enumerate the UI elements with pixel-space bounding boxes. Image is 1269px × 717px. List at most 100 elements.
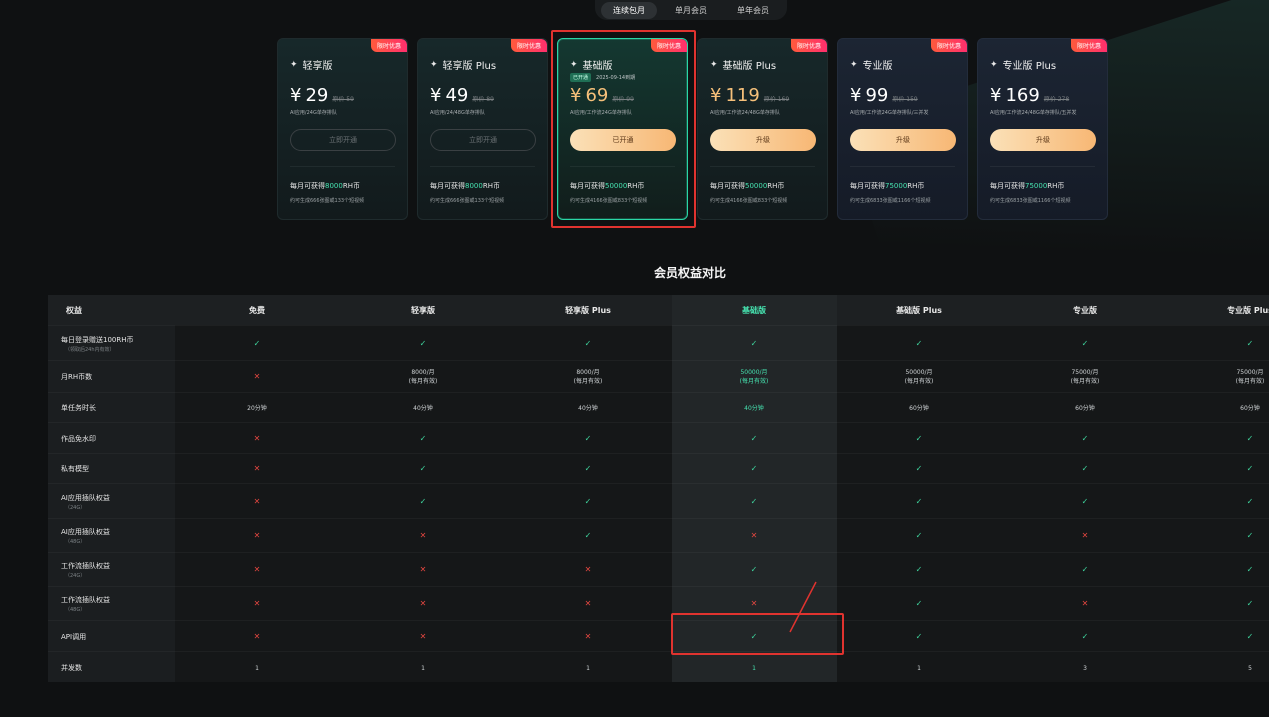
upgrade-button[interactable]: 升级 [990,129,1096,151]
expiry-date: 2025-09-14到期 [596,75,636,81]
table-cell: 1 [421,664,425,672]
tab-single-month[interactable]: 单月会员 [663,2,719,19]
currency-symbol: ¥ [990,85,1002,106]
plan-description: AI应用/工作流24G单存排队 [570,110,632,116]
check-icon: ✓ [584,338,592,348]
plan-card[interactable]: 限时优惠 ✦ 基础版 已开通 2025-09-14到期 ¥ 69 原价 99 A… [557,38,688,220]
monthly-prefix: 每月可获得 [990,182,1025,190]
check-icon: ✓ [1246,531,1254,540]
currency-symbol: ¥ [570,85,582,106]
row-label: 月RH币数 [61,373,93,381]
cross-icon: ✕ [253,631,261,641]
price-amount: 69 [585,85,609,106]
cross-icon: ✕ [253,372,261,381]
header-plan: 专业版 [1073,306,1097,315]
generation-estimate: 约可生成666张图或133个短视频 [430,198,505,204]
tab-single-year[interactable]: 单年会员 [725,2,781,19]
promo-ribbon: 限时优惠 [370,39,407,52]
header-plan: 基础版 [742,306,766,315]
check-icon: ✓ [1246,565,1254,574]
plan-card[interactable]: 限时优惠 ✦ 专业版 Plus ¥ 169 原价 278 AI应用/工作流24/… [977,38,1108,220]
billing-tabs: 连续包月 单月会员 单年会员 [595,0,787,20]
subscribe-button[interactable]: 立即开通 [290,129,396,151]
upgrade-button[interactable]: 升级 [850,129,956,151]
check-icon: ✓ [915,531,923,540]
check-icon: ✓ [419,338,427,348]
subscribe-button[interactable]: 立即开通 [430,129,536,151]
header-plan: 轻享版 [411,306,435,315]
plan-card[interactable]: 限时优惠 ✦ 轻享版 ¥ 29 原价 59 AI应用/24G单存排队 立即开通 … [277,38,408,220]
monthly-prefix: 每月可获得 [290,182,325,190]
row-label: API调用 [61,632,87,641]
cross-icon: ✕ [419,631,427,641]
plan-name: 轻享版 [302,61,333,72]
plan-title: ✦ 轻享版 Plus [430,57,497,73]
row-label: 工作流插队权益 [61,562,110,570]
upgrade-button[interactable]: 升级 [710,129,816,151]
cross-icon: ✕ [253,464,261,473]
cross-icon: ✕ [253,496,261,506]
plan-title: ✦ 基础版 [570,57,613,73]
plan-cards: 限时优惠 ✦ 轻享版 ¥ 29 原价 59 AI应用/24G单存排队 立即开通 … [277,38,1108,220]
check-icon: ✓ [1081,338,1089,348]
cross-icon: ✕ [750,531,758,540]
tab-monthly-subscription[interactable]: 连续包月 [601,1,657,19]
plan-price: ¥ 49 原价 89 [430,85,494,106]
original-price: 原价 59 [332,96,354,103]
cross-icon: ✕ [419,531,427,540]
table-row: AI应用插队权益 （48G） ✕ ✕ ✓ ✕ ✓ ✕ ✓ [48,518,1269,552]
table-cell: 50000/月 (每月有效) [904,369,934,385]
table-cell: 1 [752,664,756,672]
table-row: 单任务时长 20分钟 40分钟 40分钟 40分钟 60分钟 60分钟 60分钟 [48,392,1269,422]
plan-card[interactable]: 限时优惠 ✦ 基础版 Plus ¥ 119 原价 169 AI应用/工作流24/… [697,38,828,220]
check-icon: ✓ [915,433,923,443]
check-icon: ✓ [915,631,923,641]
row-sublabel: （领取后24h内有效） [65,346,115,353]
table-row: 月RH币数 ✕ 8000/月 (每月有效) 8000/月 (每月有效) 50000/月 (每月… [48,360,1269,392]
check-icon: ✓ [1246,464,1254,473]
row-label: 作品免水印 [61,434,96,443]
original-price: 原价 159 [892,96,918,103]
table-row: AI应用插队权益 （24G） ✕ ✓ ✓ ✓ ✓ ✓ ✓ [48,483,1269,518]
price-amount: 49 [445,85,469,106]
check-icon: ✓ [750,565,758,574]
activated-badge: 已开通 [570,73,592,82]
table-cell: 60分钟 [909,405,929,412]
check-icon: ✓ [750,496,758,506]
cross-icon: ✕ [1081,531,1089,540]
plan-price: ¥ 169 原价 278 [990,85,1069,106]
check-icon: ✓ [750,464,758,473]
activated-button[interactable]: 已开通 [570,129,676,151]
check-icon: ✓ [584,496,592,506]
card-divider [570,166,675,167]
table-cell: 8000/月 (每月有效) [408,369,438,385]
plan-title: ✦ 专业版 [850,57,893,73]
check-icon: ✓ [1081,631,1089,641]
monthly-prefix: 每月可获得 [430,182,465,190]
check-icon: ✓ [1246,599,1254,608]
original-price: 原价 99 [612,96,634,103]
plan-price: ¥ 119 原价 169 [710,85,789,106]
check-icon: ✓ [419,496,427,506]
cross-icon: ✕ [253,531,261,540]
monthly-suffix: RH币 [482,182,500,190]
plan-description: AI应用/24G单存排队 [290,110,337,116]
price-amount: 169 [1005,85,1040,106]
section-title: 会员权益对比 [653,266,726,280]
annotation-arrow [789,581,817,633]
plan-name: 轻享版 Plus [442,61,497,72]
row-label: 单任务时长 [61,404,96,412]
check-icon: ✓ [1081,433,1089,443]
row-label: 并发数 [61,663,82,672]
check-icon: ✓ [419,464,427,473]
table-cell: 40分钟 [578,405,598,412]
original-price: 原价 169 [763,96,790,103]
plan-card[interactable]: 限时优惠 ✦ 轻享版 Plus ¥ 49 原价 89 AI应用/24/48G单存… [417,38,548,220]
plan-card[interactable]: 限时优惠 ✦ 专业版 ¥ 99 原价 159 AI应用/工作流24G单存排队/三… [837,38,968,220]
generation-estimate: 约可生成6833张图或1166个短视频 [990,198,1071,204]
check-icon: ✓ [584,433,592,443]
check-icon: ✓ [1246,496,1254,506]
monthly-credits: 每月可获得75000RH币 [990,181,1064,191]
cross-icon: ✕ [253,599,261,608]
check-icon: ✓ [1246,433,1254,443]
